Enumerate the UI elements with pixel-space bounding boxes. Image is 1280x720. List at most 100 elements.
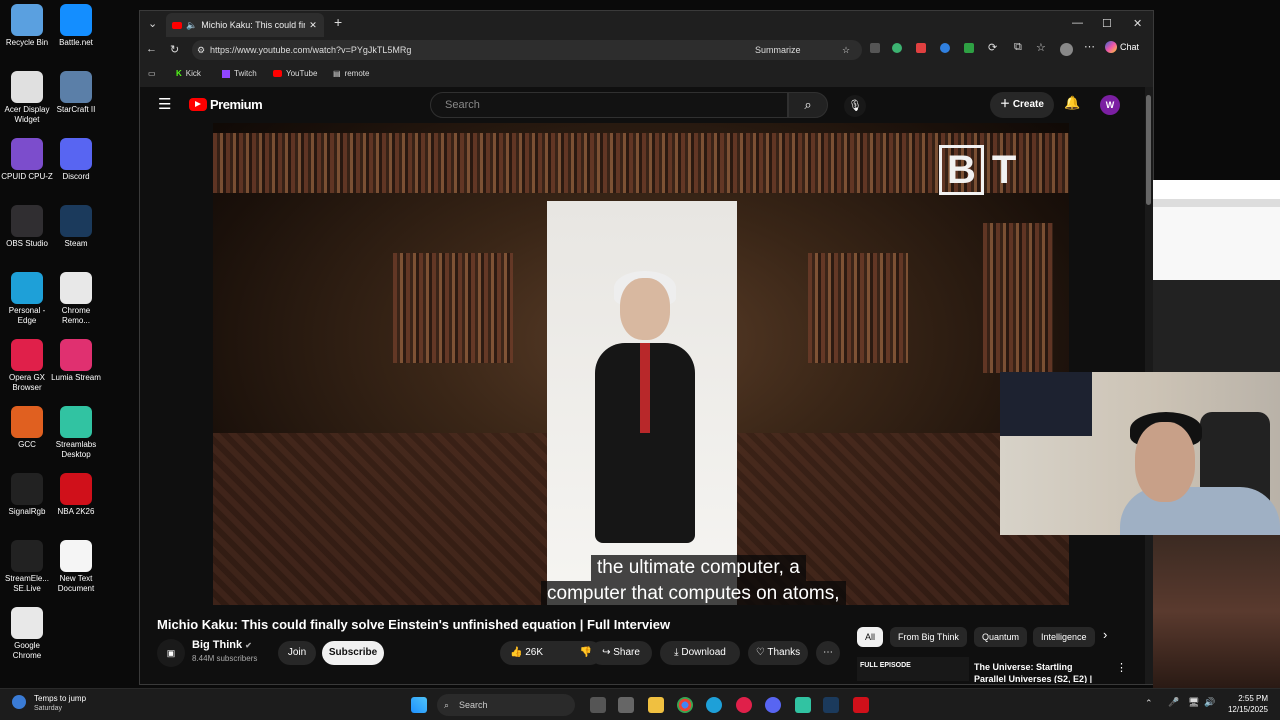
desktop-shortcut[interactable]: Streamlabs Desktop xyxy=(49,406,103,460)
desktop-shortcut[interactable]: StarCraft II xyxy=(49,71,103,115)
clock-date[interactable]: 12/15/2025 xyxy=(1224,705,1268,714)
extension-icon[interactable] xyxy=(892,43,902,53)
windows-start-icon[interactable] xyxy=(411,697,427,713)
weather-title[interactable]: Temps to jump xyxy=(34,694,86,703)
desktop-shortcut-label: OBS Studio xyxy=(6,239,48,248)
speaker-icon[interactable]: 🔈 xyxy=(186,20,197,31)
desktop-shortcut[interactable]: Battle.net xyxy=(49,4,103,48)
recommended-video-title[interactable]: The Universe: Startling Parallel Univers… xyxy=(974,661,1106,683)
chip-quantum[interactable]: Quantum xyxy=(974,627,1028,647)
url-field[interactable]: ⚙ https://www.youtube.com/watch?v=PYgJkT… xyxy=(192,40,862,60)
desktop-shortcut[interactable]: Steam xyxy=(49,205,103,249)
extension-icon[interactable] xyxy=(870,43,880,53)
desktop-shortcut[interactable]: SignalRgb xyxy=(0,473,54,517)
copilot-chat-button[interactable]: Chat xyxy=(1105,41,1139,53)
join-button[interactable]: Join xyxy=(278,641,316,665)
edge-taskbar-icon[interactable] xyxy=(706,697,722,713)
recommended-thumbnail[interactable]: FULL EPISODE xyxy=(857,657,969,681)
desktop-shortcut[interactable]: NBA 2K26 xyxy=(49,473,103,517)
volume-icon[interactable]: 🔊 xyxy=(1204,697,1215,708)
chrome-taskbar-icon[interactable] xyxy=(677,697,693,713)
more-actions-icon[interactable]: ⋯ xyxy=(816,641,840,665)
desktop-shortcut[interactable]: Discord xyxy=(49,138,103,182)
channel-name[interactable]: Big Think ✔ xyxy=(192,639,252,651)
tab-list-icon[interactable]: ⌄ xyxy=(148,17,157,30)
scrollbar-thumb[interactable] xyxy=(1146,95,1151,205)
close-tab-icon[interactable]: ✕ xyxy=(309,20,317,31)
bookmark-youtube[interactable]: YouTube xyxy=(273,69,317,78)
desktop-shortcut[interactable]: OBS Studio xyxy=(0,205,54,249)
chip-all[interactable]: All xyxy=(857,627,884,647)
desktop-shortcut[interactable]: GCC xyxy=(0,406,54,450)
microphone-icon[interactable]: 🎤 xyxy=(1168,697,1179,708)
search-button[interactable]: ⌕ xyxy=(788,92,828,118)
desktop-shortcut[interactable]: Chrome Remo... xyxy=(49,272,103,326)
opera-gx-taskbar-icon[interactable] xyxy=(736,697,752,713)
sync-icon[interactable]: ⟳ xyxy=(988,41,997,54)
create-button[interactable]: ＋ Create xyxy=(990,92,1054,118)
clock-time[interactable]: 2:55 PM xyxy=(1226,694,1268,703)
file-explorer-icon[interactable] xyxy=(648,697,664,713)
chip-intelligence[interactable]: Intelligence xyxy=(1033,627,1095,647)
youtube-premium-logo[interactable]: Premium xyxy=(189,97,263,112)
download-button[interactable]: ⤓ Download xyxy=(660,641,740,665)
notifications-bell-icon[interactable]: 🔔 xyxy=(1064,95,1080,111)
desktop-shortcut[interactable]: Recycle Bin xyxy=(0,4,54,48)
streamlabs-taskbar-icon[interactable] xyxy=(795,697,811,713)
profile-avatar[interactable] xyxy=(1060,43,1073,56)
like-button[interactable]: 👍 26K xyxy=(510,641,543,665)
reading-list-icon[interactable]: ▭ xyxy=(148,69,156,78)
task-view-icon[interactable] xyxy=(590,697,606,713)
rec-more-icon[interactable]: ⋮ xyxy=(1116,661,1127,674)
site-info-icon[interactable]: ⚙ xyxy=(197,40,205,60)
desktop-shortcut[interactable]: Acer Display Widget xyxy=(0,71,54,125)
weather-icon[interactable] xyxy=(12,695,26,709)
maximize-icon[interactable]: ☐ xyxy=(1102,17,1112,30)
new-tab-icon[interactable]: + xyxy=(334,14,342,30)
desktop-shortcut[interactable]: CPUID CPU-Z xyxy=(0,138,54,182)
taskbar-search-input[interactable]: ⌕ Search xyxy=(437,694,575,716)
network-icon[interactable]: 🖥 xyxy=(1188,697,1199,708)
video-player[interactable]: BT the ultimate computer, a computer tha… xyxy=(213,123,1069,605)
bookmark-twitch[interactable]: Twitch xyxy=(222,69,257,78)
subscribe-button[interactable]: Subscribe xyxy=(322,641,384,665)
desktop-shortcut[interactable]: Lumia Stream xyxy=(49,339,103,383)
extension-icon[interactable] xyxy=(964,43,974,53)
refresh-icon[interactable]: ↻ xyxy=(170,43,179,56)
desktop-shortcut[interactable]: Google Chrome xyxy=(0,607,54,661)
nba2k-icon xyxy=(60,473,92,505)
widgets-icon[interactable] xyxy=(618,697,634,713)
minimize-icon[interactable]: — xyxy=(1072,17,1083,29)
desktop-shortcut[interactable]: Personal - Edge xyxy=(0,272,54,326)
share-button[interactable]: ↪ Share xyxy=(590,641,652,665)
steam-taskbar-icon[interactable] xyxy=(823,697,839,713)
bookmark-remote[interactable]: ▤ remote xyxy=(333,69,369,78)
desktop-shortcut[interactable]: New Text Document xyxy=(49,540,103,594)
browser-tab[interactable]: 🔈 Michio Kaku: This could finally ✕ xyxy=(166,13,324,37)
menu-icon[interactable]: ☰ xyxy=(158,95,171,113)
desktop-shortcut[interactable]: StreamEle... SE.Live xyxy=(0,540,54,594)
chrome-icon xyxy=(11,607,43,639)
bookmark-kick[interactable]: K Kick xyxy=(176,69,201,78)
more-options-icon[interactable]: ⋯ xyxy=(1084,40,1095,53)
discord-taskbar-icon[interactable] xyxy=(765,697,781,713)
chip-from-big-think[interactable]: From Big Think xyxy=(890,627,967,647)
back-icon[interactable]: ← xyxy=(146,43,157,55)
account-avatar[interactable]: W xyxy=(1100,95,1120,115)
close-window-icon[interactable]: ✕ xyxy=(1133,17,1142,30)
channel-avatar[interactable]: ▣ xyxy=(157,639,185,667)
desktop-shortcut[interactable]: Opera GX Browser xyxy=(0,339,54,393)
voice-search-icon[interactable]: 🎙 xyxy=(844,95,866,117)
extension-icon[interactable] xyxy=(940,43,950,53)
extension-icon[interactable] xyxy=(916,43,926,53)
search-input[interactable]: Search xyxy=(430,92,788,118)
favorites-icon[interactable]: ☆ xyxy=(1036,41,1046,54)
nba2k-taskbar-icon[interactable] xyxy=(853,697,869,713)
thanks-button[interactable]: ♡ Thanks xyxy=(748,641,808,665)
extensions-icon[interactable]: ⧉ xyxy=(1014,41,1022,54)
summarize-button[interactable]: Summarize xyxy=(755,40,801,60)
favorite-star-icon[interactable]: ☆ xyxy=(842,40,850,60)
show-hidden-icons-icon[interactable]: ⌃ xyxy=(1145,698,1153,709)
chevron-right-icon[interactable]: › xyxy=(1103,627,1107,642)
battlenet-icon xyxy=(60,4,92,36)
